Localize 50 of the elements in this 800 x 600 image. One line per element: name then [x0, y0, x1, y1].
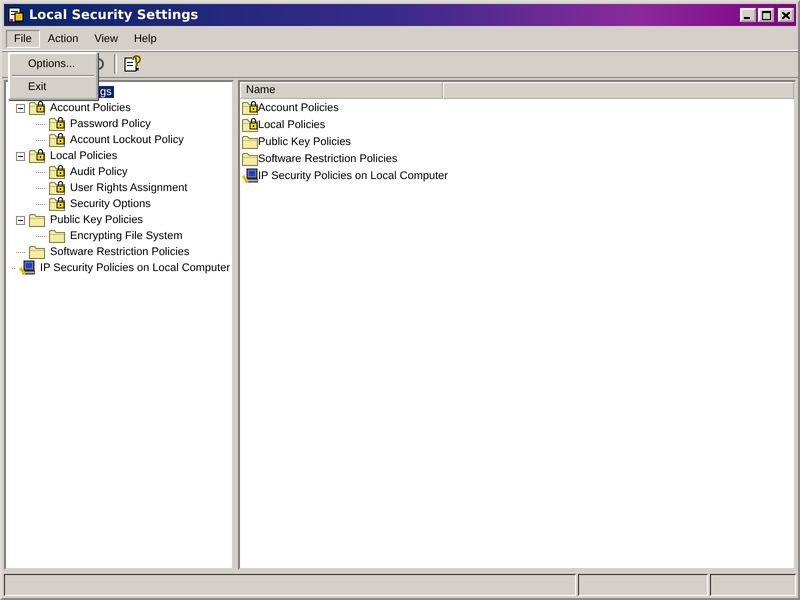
close-icon — [782, 12, 790, 18]
tree-item[interactable]: gs — [98, 86, 114, 98]
maximize-button[interactable] — [758, 8, 774, 22]
list-item[interactable]: Public Key Policies — [258, 136, 351, 148]
column-header[interactable]: Name — [240, 82, 443, 99]
tree-item[interactable]: Password Policy — [68, 118, 153, 130]
collapse-icon[interactable] — [16, 104, 25, 112]
tree-item[interactable]: Software Restriction Policies — [48, 246, 192, 258]
menu-item[interactable]: View — [86, 30, 126, 48]
tree-item[interactable]: Audit Policy — [68, 166, 130, 178]
close-button[interactable] — [778, 8, 794, 22]
tree-item[interactable]: IP Security Policies on Local Computer — [38, 262, 232, 274]
minimize-button[interactable] — [740, 8, 756, 22]
menu-item[interactable]: File — [6, 30, 40, 48]
tree-item[interactable]: User Rights Assignment — [68, 182, 190, 194]
locked-folder-icon — [49, 164, 65, 180]
menu-item[interactable]: Options... — [10, 56, 96, 73]
computer-key-icon — [242, 168, 258, 184]
locked-folder-icon — [49, 132, 65, 148]
locked-folder-icon — [49, 116, 65, 132]
list-item[interactable]: Local Policies — [258, 118, 326, 130]
collapse-icon[interactable] — [16, 152, 25, 160]
maximize-icon — [762, 10, 770, 20]
menu-item[interactable]: Help — [126, 30, 165, 48]
tree-item[interactable]: Security Options — [68, 198, 153, 210]
locked-folder-icon — [49, 180, 65, 196]
tree-item[interactable]: Account Policies — [48, 102, 133, 114]
folder-icon — [49, 228, 65, 244]
locked-folder-icon — [49, 196, 65, 212]
folder-icon — [242, 134, 258, 150]
menu-item[interactable]: Exit — [10, 79, 96, 96]
list-item[interactable]: IP Security Policies on Local Computer — [258, 170, 448, 182]
folder-icon — [29, 244, 45, 260]
collapse-icon[interactable] — [16, 216, 25, 224]
folder-icon — [29, 212, 45, 228]
list-item[interactable]: Account Policies — [258, 102, 339, 114]
locked-folder-icon — [29, 100, 45, 116]
locked-folder-icon — [242, 116, 258, 132]
list-item[interactable]: Software Restriction Policies — [258, 152, 398, 164]
folder-icon — [242, 150, 258, 166]
window-title: Local Security Settings — [29, 8, 200, 22]
tree-item[interactable]: Public Key Policies — [48, 214, 145, 226]
menu-item[interactable]: Action — [40, 30, 86, 48]
tree-item[interactable]: Account Lockout Policy — [68, 134, 186, 146]
tree-item[interactable]: Encrypting File System — [68, 230, 184, 242]
locked-folder-icon — [29, 148, 45, 164]
tree-item[interactable]: Local Policies — [48, 150, 120, 162]
computer-key-icon — [19, 260, 36, 276]
help-icon[interactable] — [123, 55, 141, 73]
locked-folder-icon — [242, 100, 258, 116]
